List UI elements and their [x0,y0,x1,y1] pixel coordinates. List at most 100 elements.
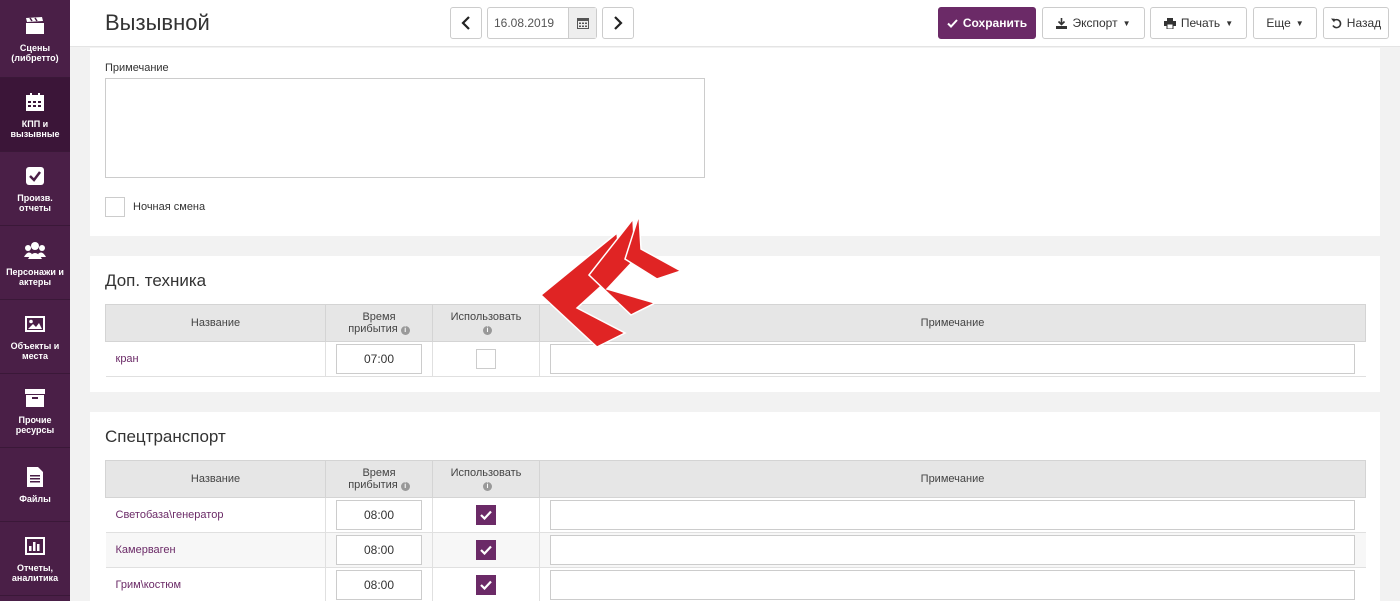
arrival-time-input[interactable]: 08:00 [336,535,422,565]
use-checkbox[interactable] [476,540,496,560]
info-icon[interactable]: i [483,482,492,491]
more-button-label: Еще [1266,16,1291,30]
checkbox-icon [24,165,46,187]
save-button[interactable]: Сохранить [938,7,1036,39]
column-header-name: Название [105,304,326,342]
use-checkbox[interactable] [476,575,496,595]
row-time-cell: 08:00 [325,532,433,568]
row-name: Камерваген [105,532,326,568]
use-checkbox[interactable] [476,349,496,369]
sidebar-item-locations[interactable]: Объекты и места [0,300,70,374]
column-header-use: Использовать i [432,460,540,498]
arrival-header-line2: прибытия [348,323,398,335]
row-note-cell [539,497,1366,533]
clapperboard-icon [24,15,46,37]
row-time-cell: 07:00 [325,341,433,377]
check-icon [480,510,492,520]
arrival-time-input[interactable]: 07:00 [336,344,422,374]
date-input[interactable]: 16.08.2019 [488,8,568,38]
note-label: Примечание [105,62,169,74]
row-use-cell [432,532,540,568]
row-note-cell [539,567,1366,601]
column-header-arrival: Время прибытия i [325,460,433,498]
column-header-name: Название [105,460,326,498]
sidebar-item-files[interactable]: Файлы [0,448,70,522]
arrival-time-input[interactable]: 08:00 [336,570,422,600]
chevron-left-icon [461,16,470,30]
sidebar-item-reports[interactable]: Произв. отчеты [0,152,70,226]
info-icon[interactable]: i [400,482,410,491]
arrival-header-line1: Время [362,467,396,479]
arrival-header-line2: прибытия [348,479,398,491]
sidebar-item-label: Произв. отчеты [17,192,53,213]
arrival-header-line1: Время [362,311,396,323]
row-time-cell: 08:00 [325,567,433,601]
note-textarea[interactable] [105,78,705,178]
column-header-use: Использовать i [432,304,540,342]
calendar-icon[interactable] [568,8,596,38]
bar-chart-icon [24,535,46,557]
next-date-button[interactable] [602,7,634,39]
caret-down-icon: ▼ [1225,18,1234,28]
row-name: Светобаза\генератор [105,497,326,533]
sidebar-item-label: КПП и вызывные [10,118,60,139]
print-button[interactable]: Печать ▼ [1150,7,1247,39]
export-button-label: Экспорт [1072,16,1118,30]
sidebar-item-label: Прочие ресурсы [15,414,55,435]
transport-panel: Спецтранспорт Название Время прибытия i Ис… [90,412,1380,601]
table-row: Камерваген 08:00 [105,532,1366,568]
file-icon [24,466,46,488]
info-icon[interactable]: i [400,326,410,335]
undo-icon [1330,18,1342,28]
equipment-panel: Доп. техника Название Время прибытия i Исп… [90,256,1380,392]
use-checkbox[interactable] [476,505,496,525]
note-input[interactable] [550,500,1355,530]
printer-icon [1163,17,1176,29]
row-name: кран [105,341,326,377]
sidebar-item-characters[interactable]: Персонажи и актеры [0,226,70,300]
annotation-arrow-icon [539,214,683,348]
back-button-label: Назад [1346,16,1382,30]
save-button-label: Сохранить [962,16,1028,30]
sidebar-item-label: Отчеты, аналитика [11,562,59,583]
general-panel: Примечание Ночная смена [90,48,1380,236]
sidebar-item-label: Объекты и места [10,340,60,361]
image-icon [24,313,46,335]
sidebar-item-resources[interactable]: Прочие ресурсы [0,374,70,448]
more-button[interactable]: Еще ▼ [1253,7,1317,39]
table-row: Грим\костюм 08:00 [105,567,1366,601]
caret-down-icon: ▼ [1295,18,1304,28]
table-header-row: Название Время прибытия i Использовать i Пр… [105,304,1366,342]
sidebar-item-call-sheets[interactable]: КПП и вызывные [0,78,70,152]
table-row: Светобаза\генератор 08:00 [105,497,1366,533]
sidebar-item-scenes[interactable]: Сцены (либретто) [0,0,70,78]
note-input[interactable] [550,570,1355,600]
print-button-label: Печать [1180,16,1221,30]
equipment-table: Название Время прибытия i Использовать i Пр… [105,304,1366,377]
row-use-cell [432,341,540,377]
check-icon [480,545,492,555]
equipment-title: Доп. техника [105,271,207,290]
check-icon [947,18,958,28]
download-icon [1056,17,1068,29]
row-name: Грим\костюм [105,567,326,601]
arrival-time-input[interactable]: 08:00 [336,500,422,530]
back-button[interactable]: Назад [1323,7,1389,39]
sidebar-item-analytics[interactable]: Отчеты, аналитика [0,522,70,596]
use-header-label: Использовать [450,467,522,479]
sidebar: Сцены (либретто) КПП и вызывные Произв. … [0,0,70,601]
archive-icon [24,387,46,409]
page-title: Вызывной [105,10,210,35]
prev-date-button[interactable] [450,7,482,39]
note-input[interactable] [550,535,1355,565]
row-note-cell [539,532,1366,568]
transport-table: Название Время прибытия i Использовать i Пр… [105,460,1366,601]
export-button[interactable]: Экспорт ▼ [1042,7,1145,39]
column-header-note: Примечание [539,460,1366,498]
table-row: кран 07:00 [105,341,1366,377]
night-shift-checkbox[interactable] [105,197,125,217]
date-picker[interactable]: 16.08.2019 [487,7,597,39]
info-icon[interactable]: i [483,326,492,335]
night-shift-label: Ночная смена [133,201,206,213]
transport-title: Спецтранспорт [105,427,226,446]
